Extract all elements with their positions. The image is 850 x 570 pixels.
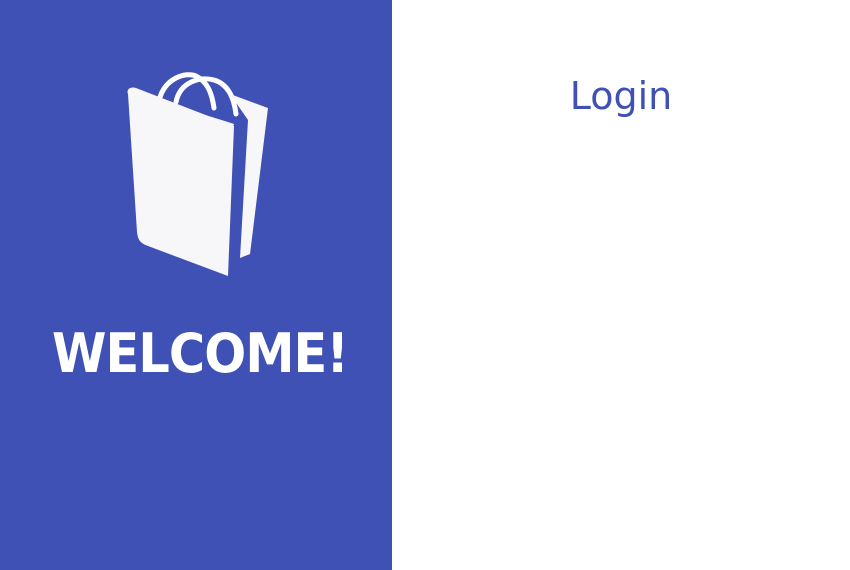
login-title: Login: [569, 74, 673, 118]
login-panel: Login: [392, 0, 850, 570]
welcome-heading: WELCOME!: [52, 322, 349, 385]
welcome-panel: WELCOME!: [0, 0, 392, 570]
shopping-bag-icon: [127, 72, 268, 277]
login-screen: WELCOME! Login: [0, 0, 850, 570]
welcome-heading-text: WELCOME!: [52, 322, 348, 385]
